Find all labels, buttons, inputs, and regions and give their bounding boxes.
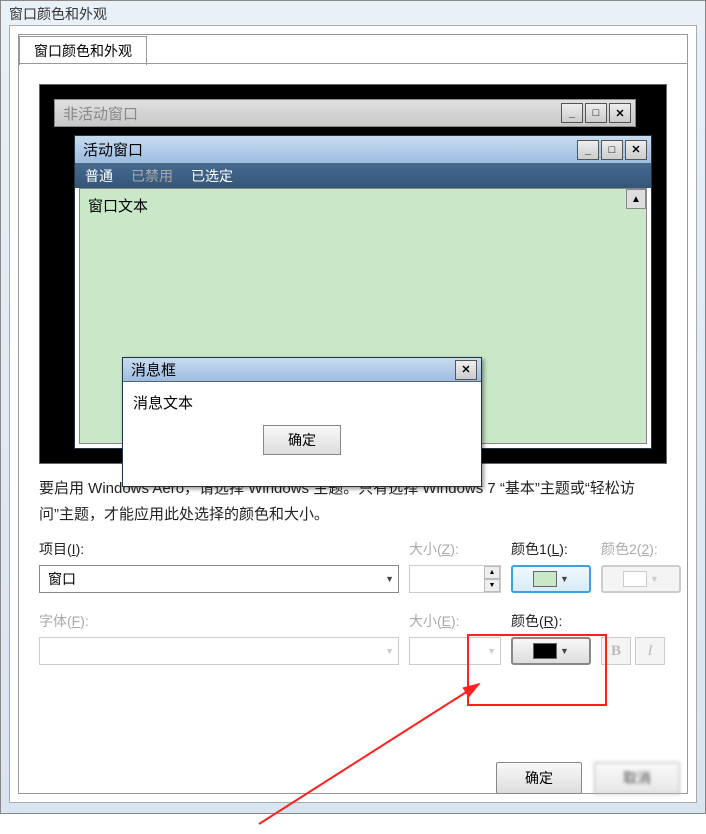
preview-inactive-buttons: _ □ ✕ [561, 103, 631, 123]
tab-header: 窗口颜色和外观 [19, 35, 687, 63]
fsize-label: 大小(E): [409, 611, 501, 633]
color1-label: 颜色1(L): [511, 539, 591, 561]
chevron-down-icon: ▼ [385, 574, 394, 584]
menu-selected: 已选定 [191, 166, 233, 186]
fsize-select: ▼ [409, 637, 501, 665]
controls-row-2: 字体(F): 大小(E): 颜色(R): ▼ ▼ ▼ [39, 611, 667, 665]
preview-msgbox-ok-button: 确定 [263, 425, 341, 455]
size-label: 大小(Z): [409, 539, 501, 561]
annotation-arrow-icon [249, 664, 509, 834]
minimize-icon: _ [561, 103, 583, 123]
preview-msgbox-title: 消息框 [131, 359, 176, 380]
ok-button[interactable]: 确定 [496, 762, 582, 794]
preview-inactive-window: 非活动窗口 _ □ ✕ [54, 99, 636, 127]
chevron-down-icon: ▼ [487, 646, 496, 656]
fcolor-label: 颜色(R): [511, 611, 591, 633]
preview-window-text: 窗口文本 [88, 198, 148, 215]
spinner-down-icon[interactable]: ▼ [484, 579, 500, 592]
bold-italic-group: B I [601, 637, 681, 665]
item-select[interactable]: 窗口 ▼ [39, 565, 399, 593]
dialog-window: 窗口颜色和外观 窗口颜色和外观 非活动窗口 _ □ ✕ [0, 0, 706, 814]
chevron-down-icon: ▼ [560, 574, 569, 584]
color1-swatch [533, 571, 557, 587]
size-spinner[interactable]: ▲ ▼ [409, 565, 501, 593]
preview-active-buttons: _ □ ✕ [577, 140, 647, 160]
color2-button: ▼ [601, 565, 681, 593]
item-select-value: 窗口 [48, 569, 76, 589]
preview-msgbox-titlebar: 消息框 ✕ [123, 358, 481, 382]
preview-active-titlebar: 活动窗口 _ □ ✕ [75, 136, 651, 164]
preview-menubar: 普通 已禁用 已选定 [75, 164, 651, 188]
chevron-down-icon: ▼ [385, 646, 394, 656]
menu-disabled: 已禁用 [131, 166, 173, 186]
preview-msgbox: 消息框 ✕ 消息文本 确定 [122, 357, 482, 487]
dialog-button-row: 确定 取消 [496, 762, 680, 794]
window-titlebar: 窗口颜色和外观 [1, 1, 705, 25]
maximize-icon: □ [601, 140, 623, 160]
spinner-up-icon[interactable]: ▲ [484, 566, 500, 579]
tab-appearance[interactable]: 窗口颜色和外观 [19, 36, 147, 65]
menu-normal: 普通 [85, 166, 113, 186]
bold-button: B [601, 637, 631, 665]
chevron-down-icon: ▼ [650, 574, 659, 584]
font-label: 字体(F): [39, 611, 399, 633]
color2-swatch [623, 571, 647, 587]
font-select: ▼ [39, 637, 399, 665]
preview-msgbox-text: 消息文本 [133, 395, 193, 412]
preview-inactive-title: 非活动窗口 [63, 103, 138, 124]
preview-msgbox-body: 消息文本 确定 [123, 382, 481, 465]
color2-label: 颜色2(2): [601, 539, 681, 561]
content-area: 窗口颜色和外观 非活动窗口 _ □ ✕ 活动窗口 [9, 25, 697, 803]
item-label: 项目(I): [39, 539, 399, 561]
italic-button: I [635, 637, 665, 665]
preview-active-title: 活动窗口 [83, 139, 143, 160]
preview-client-area: 窗口文本 ▲ 消息框 ✕ 消息文本 确定 [79, 188, 647, 444]
preview-active-window: 活动窗口 _ □ ✕ 普通 已禁用 已选定 [74, 135, 652, 449]
color1-button[interactable]: ▼ [511, 565, 591, 593]
fcolor-button[interactable]: ▼ [511, 637, 591, 665]
minimize-icon: _ [577, 140, 599, 160]
scroll-up-icon: ▲ [626, 189, 646, 209]
maximize-icon: □ [585, 103, 607, 123]
controls-row-1: 项目(I): 大小(Z): 颜色1(L): 颜色2(2): 窗口 ▼ ▲ ▼ [39, 539, 667, 593]
close-icon: ✕ [455, 360, 477, 380]
preview-area: 非活动窗口 _ □ ✕ 活动窗口 _ □ [39, 84, 667, 464]
cancel-button[interactable]: 取消 [594, 762, 680, 794]
fcolor-swatch [533, 643, 557, 659]
tab-container: 窗口颜色和外观 非活动窗口 _ □ ✕ 活动窗口 [18, 34, 688, 794]
close-icon: ✕ [625, 140, 647, 160]
size-input[interactable] [410, 566, 484, 592]
window-title-text: 窗口颜色和外观 [9, 6, 107, 22]
chevron-down-icon: ▼ [560, 646, 569, 656]
close-icon: ✕ [609, 103, 631, 123]
tab-body: 非活动窗口 _ □ ✕ 活动窗口 _ □ [19, 63, 687, 793]
